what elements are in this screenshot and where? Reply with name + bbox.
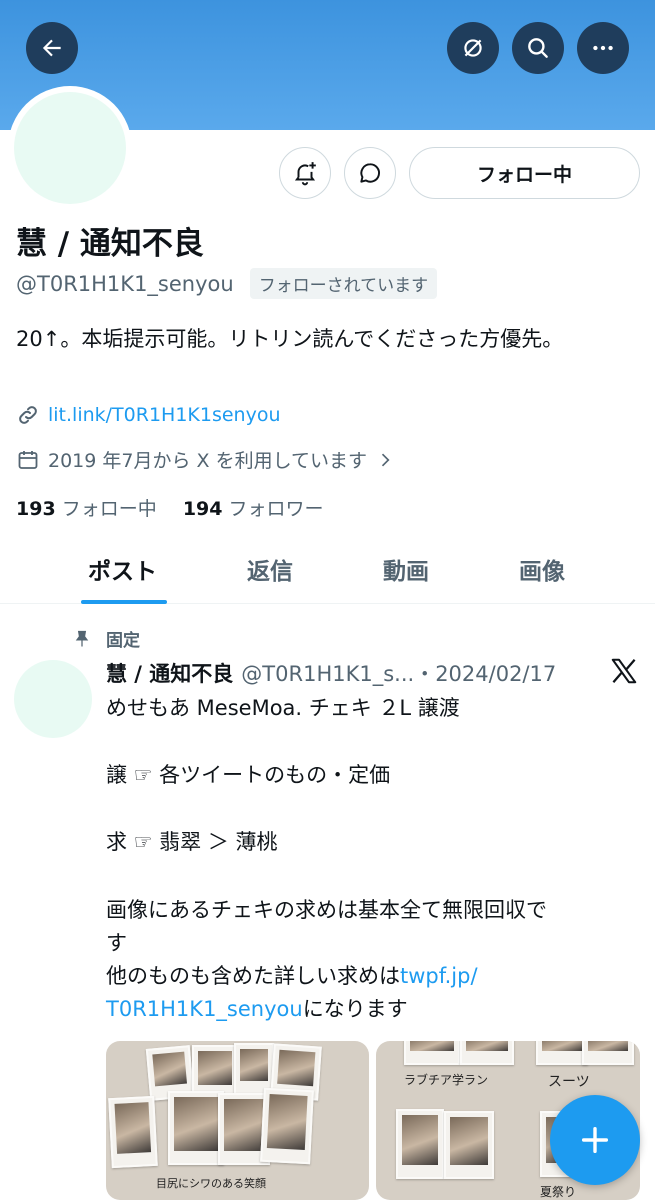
follow-stats: 193 フォロー中 194 フォロワー [16,494,324,521]
post-details-text: 他のものも含めた詳しい求めは [106,964,400,988]
bell-plus-icon [294,162,316,186]
grok-button[interactable] [447,22,499,74]
arrow-left-icon [42,39,61,57]
notification-button[interactable] [279,147,331,199]
following-button[interactable]: フォロー中 [409,147,640,199]
post-line-details-2: T0R1H1K1_senyouになります [106,993,646,1026]
following-stat[interactable]: 193 フォロー中 [16,498,157,520]
handle-row: @T0R1H1K1_senyou フォローされています [16,268,438,299]
joined-date: 2019 年7月から X を利用しています [48,450,368,472]
tab-replies[interactable]: 返信 [247,552,293,586]
pinned-text: 固定 [106,631,140,651]
compose-button[interactable] [550,1095,640,1185]
pinned-label: 固定 [72,626,140,651]
post-author[interactable]: 慧 / 通知不良 [106,658,233,688]
more-button[interactable] [577,22,629,74]
post-line-note: 画像にあるチェキの求めは基本全て無限回収で [106,898,547,922]
profile-link-row[interactable]: lit.link/T0R1H1K1senyou [16,403,281,427]
post-avatar[interactable] [14,660,92,738]
chat-bubble-icon [360,163,380,183]
post-line-details: 他のものも含めた詳しい求めはtwpf.jp/ [106,960,646,993]
calendar-icon [18,450,38,469]
media-caption: 目尻にシワのある笑顔 [156,1177,266,1190]
cheki-photo [536,1041,588,1065]
cheki-photo [582,1041,634,1065]
grok-icon [464,39,482,57]
search-icon [528,38,548,58]
followers-stat[interactable]: 194 フォロワー [183,498,324,520]
tab-posts[interactable]: ポスト [88,552,157,586]
search-button[interactable] [512,22,564,74]
pin-icon [75,630,89,646]
link-icon [19,406,37,424]
tab-videos[interactable]: 動画 [383,552,429,586]
profile-handle: @T0R1H1K1_senyou [16,271,234,296]
followers-label: フォロワー [228,498,324,520]
message-button[interactable] [344,147,396,199]
tab-images[interactable]: 画像 [519,552,565,586]
plus-icon [581,1126,609,1154]
profile-bio: 20↑。本垢提示可能。リトリン読んでくださった方優先。 [16,327,564,351]
cheki-photo [168,1091,224,1165]
cheki-photo [396,1109,444,1179]
post-line-offer: 譲 ☞ 各ツイートのもの・定価 [106,763,391,787]
followers-count: 194 [182,498,223,520]
post-details-end: になります [302,997,408,1021]
avatar-image [14,92,126,204]
profile-name: 慧 / 通知不良 [16,226,204,262]
follows-you-badge: フォローされています [249,268,438,299]
post-line-note-end: す [106,931,127,955]
media-caption: 夏祭り [540,1185,577,1199]
media-caption: ラブチア学ラン [404,1073,489,1087]
active-tab-indicator [81,600,167,604]
joined-row[interactable]: 2019 年7月から X を利用しています [16,446,395,473]
more-icon [593,45,613,51]
cheki-photo [260,1087,314,1165]
back-button[interactable] [26,22,78,74]
chevron-right-icon [381,453,390,466]
post-handle-date: @T0R1H1K1_s...・2024/02/17 [241,662,557,686]
post-link-part1[interactable]: twpf.jp/ [400,964,478,988]
following-count: 193 [16,498,56,520]
following-label: フォロー中 [61,498,157,520]
cheki-photo [404,1041,460,1065]
profile-avatar[interactable] [8,86,132,210]
profile-link[interactable]: lit.link/T0R1H1K1senyou [48,404,281,426]
cheki-photo [108,1095,158,1169]
x-logo-icon [611,658,637,684]
post-link-part2[interactable]: T0R1H1K1_senyou [106,997,303,1021]
post-image-1[interactable]: 目尻にシワのある笑顔 [106,1041,369,1200]
post-line-want: 求 ☞ 翡翠 ＞ 薄桃 [106,830,278,854]
cheki-photo [460,1041,514,1065]
profile-tabs: ポスト 返信 動画 画像 [0,538,655,604]
post-line-title: めせもあ MeseMoa. チェキ ２L 譲渡 [106,696,460,720]
media-caption: スーツ [548,1074,590,1090]
post-header: 慧 / 通知不良 @T0R1H1K1_s...・2024/02/17 [106,658,596,688]
cheki-photo [444,1111,494,1179]
